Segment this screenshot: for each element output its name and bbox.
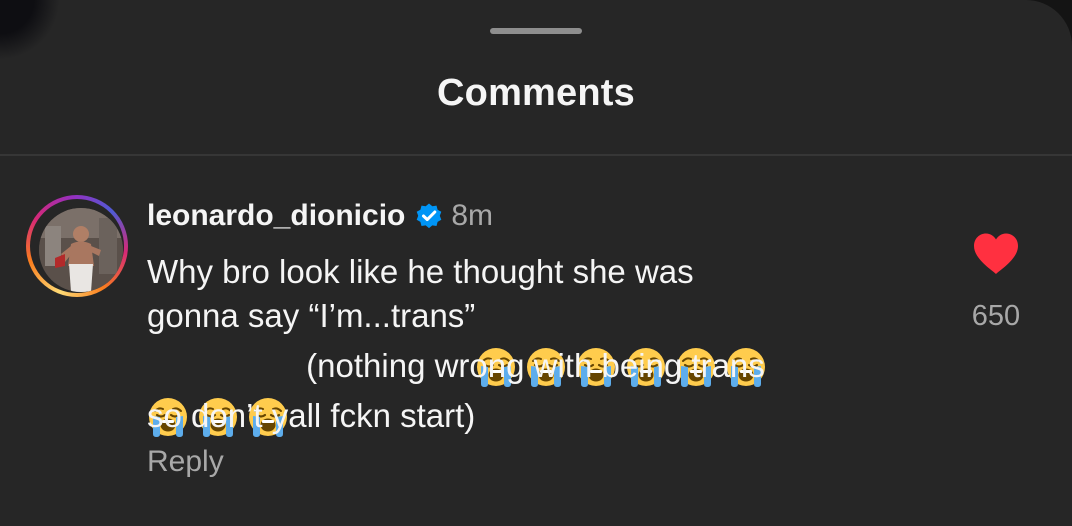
avatar[interactable] — [39, 208, 123, 292]
emoji-run — [147, 347, 297, 437]
comment-username[interactable]: leonardo_dionicio — [147, 199, 405, 233]
comment-text-line: so don’t yall fckn start) — [147, 397, 476, 434]
loudly-crying-face-icon — [247, 352, 289, 437]
loudly-crying-face-icon — [525, 302, 567, 387]
header-divider — [0, 154, 1072, 156]
loudly-crying-face-icon — [147, 352, 189, 437]
comment-text-line: gonna say “I’m...trans” — [147, 297, 476, 334]
loudly-crying-face-icon — [625, 302, 667, 387]
like-button[interactable] — [972, 232, 1020, 276]
loudly-crying-face-icon — [197, 352, 239, 437]
backdrop-corner — [0, 0, 60, 60]
comment-header: leonardo_dionicio 8m — [147, 196, 907, 236]
comment-text: Why bro look like he thought she was gonn… — [147, 250, 907, 438]
loudly-crying-face-icon — [675, 302, 717, 387]
sheet-title: Comments — [437, 72, 635, 114]
comment-text-line: Why bro look like he thought she was — [147, 253, 694, 290]
heart-icon — [974, 233, 1018, 274]
loudly-crying-face-icon — [725, 302, 767, 387]
emoji-run — [475, 297, 775, 387]
sheet-grab-handle[interactable] — [490, 28, 582, 34]
reply-button[interactable]: Reply — [147, 445, 224, 479]
avatar-photo — [39, 208, 123, 292]
verified-badge-icon — [414, 201, 444, 231]
comment-timestamp: 8m — [451, 199, 494, 232]
like-count: 650 — [971, 300, 1021, 332]
comments-sheet: Comments leonardo_dionicio 8m Why bro lo… — [0, 0, 1072, 526]
comment: leonardo_dionicio 8m Why bro look like h… — [147, 196, 907, 438]
story-ring[interactable] — [26, 195, 128, 297]
comment-text-line: (nothing wrong with being trans — [306, 347, 765, 384]
loudly-crying-face-icon — [475, 302, 517, 387]
loudly-crying-face-icon — [575, 302, 617, 387]
